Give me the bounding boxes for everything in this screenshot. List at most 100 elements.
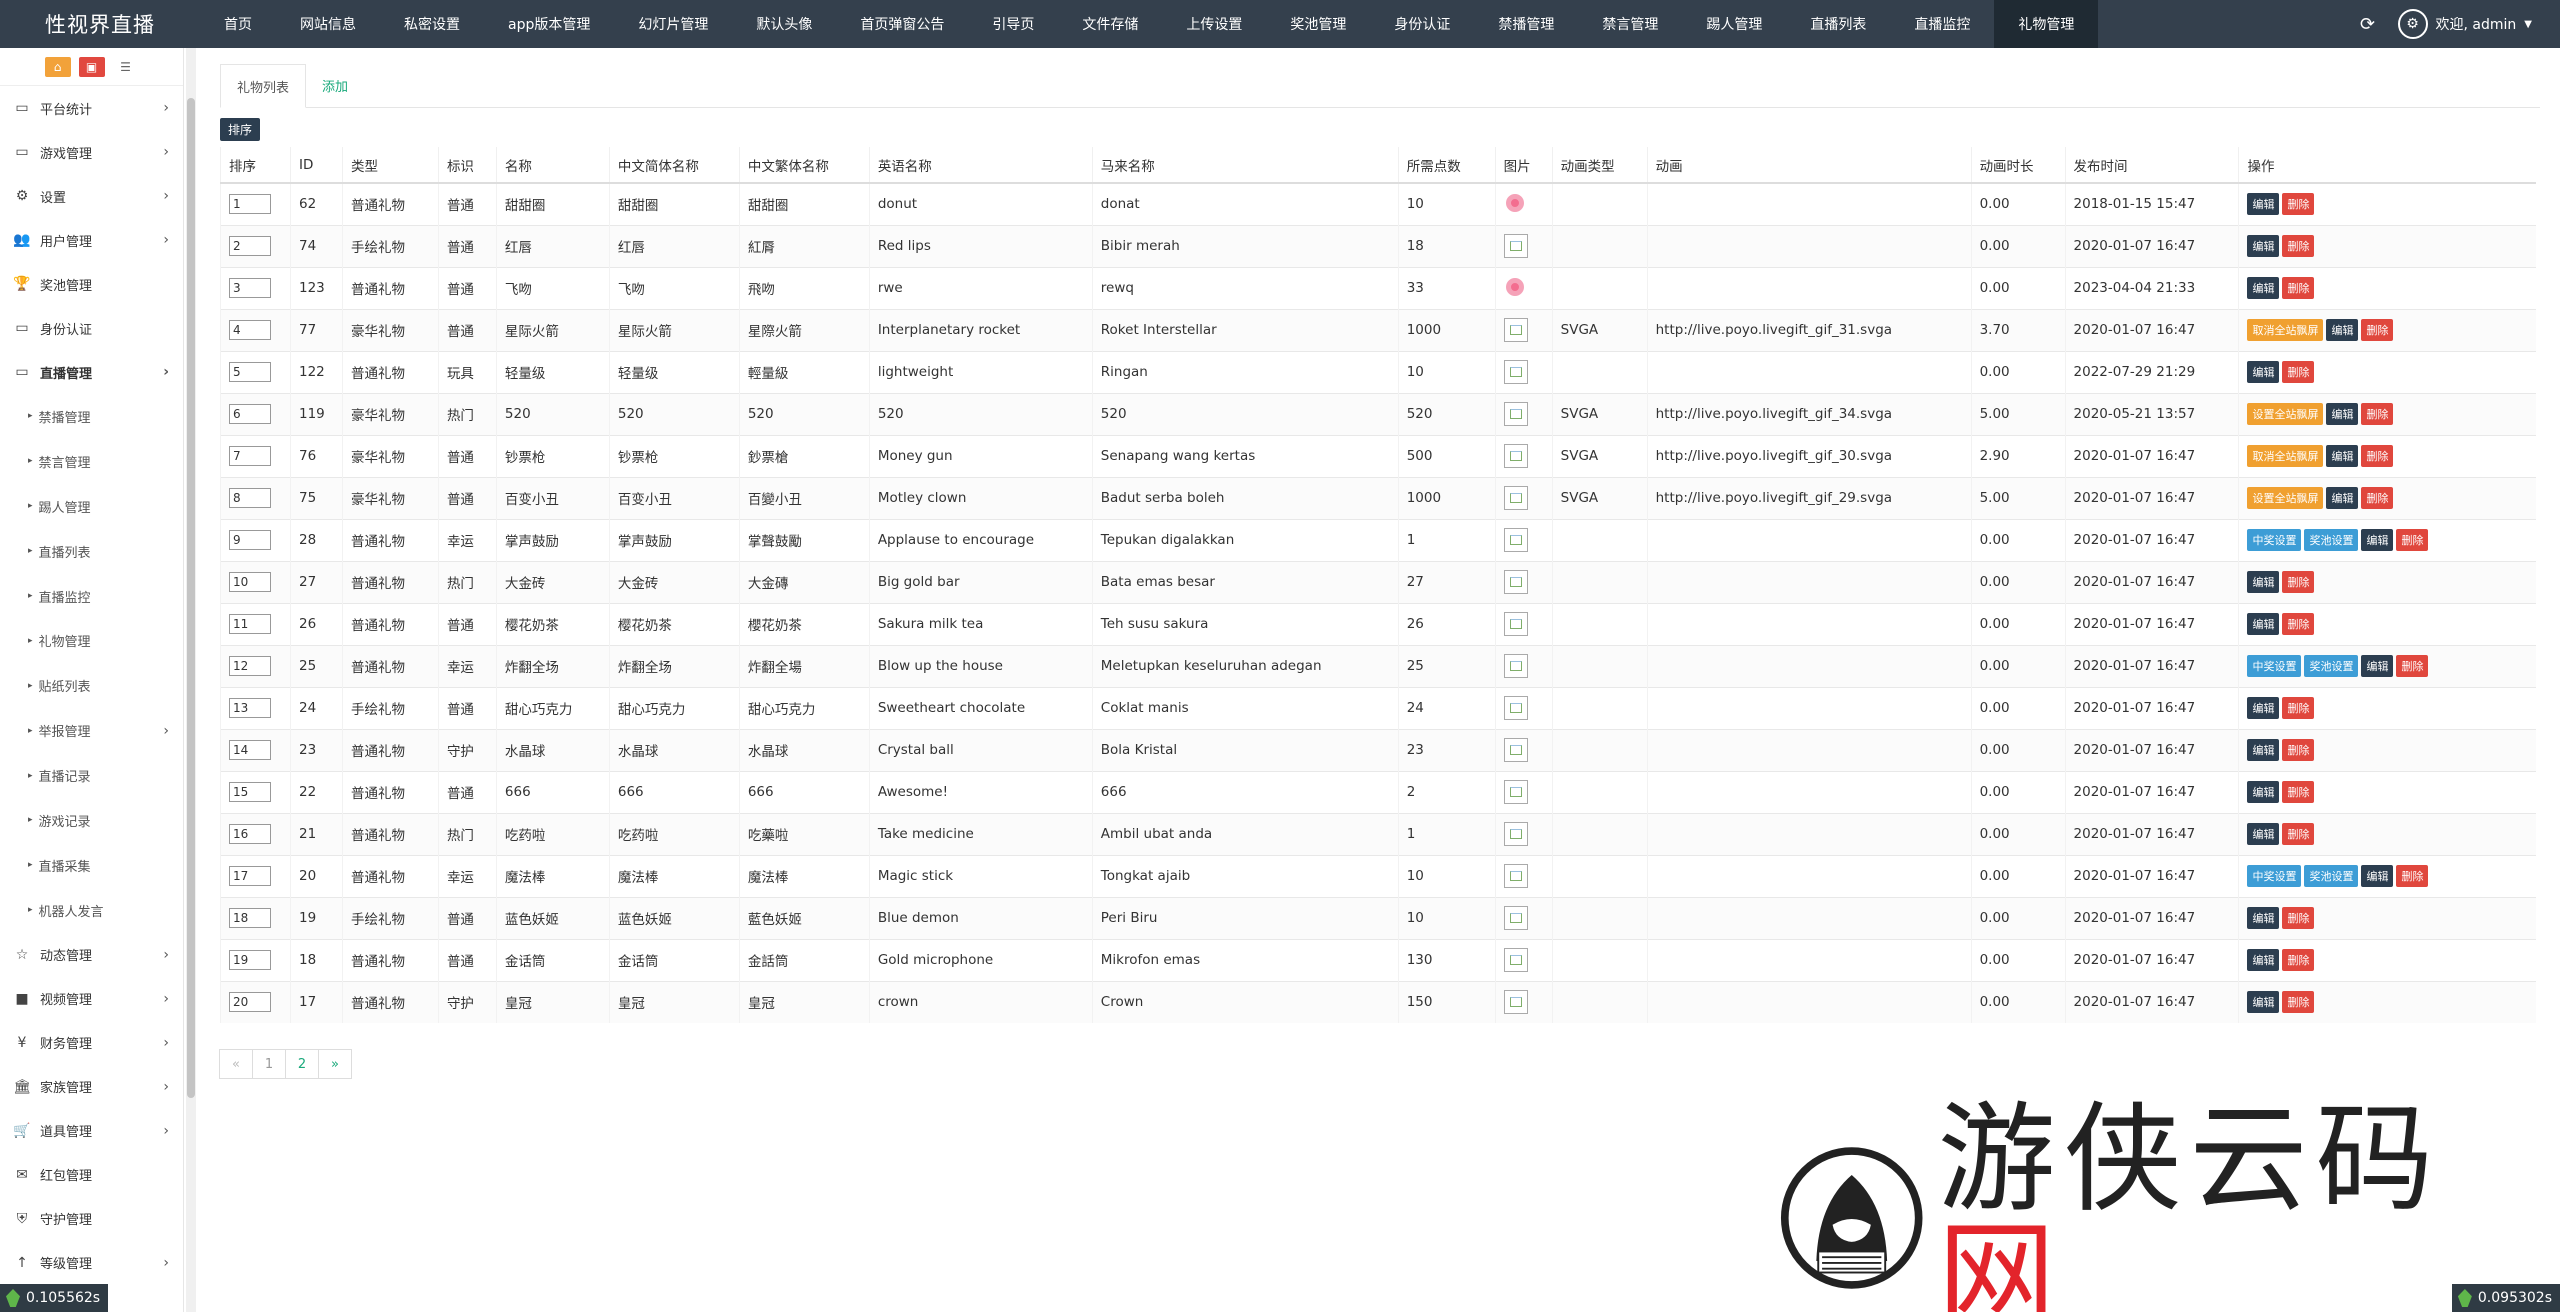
delete-button[interactable]: 删除 <box>2282 361 2315 383</box>
pool-settings-button[interactable]: 奖池设置 <box>2304 865 2359 887</box>
sidebar-item[interactable]: ✉ 红包管理 <box>0 1153 183 1197</box>
edit-button[interactable]: 编辑 <box>2247 823 2280 845</box>
delete-button[interactable]: 删除 <box>2282 193 2315 216</box>
delete-button[interactable]: 删除 <box>2282 991 2315 1014</box>
sidebar-item[interactable]: ■ 视频管理 › <box>0 977 183 1021</box>
edit-button[interactable]: 编辑 <box>2247 697 2280 719</box>
sidebar-subitem[interactable]: 直播采集 <box>0 843 183 888</box>
column-header[interactable]: 所需点数 <box>1397 147 1496 184</box>
edit-button[interactable]: 编辑 <box>2326 403 2359 425</box>
edit-button[interactable]: 编辑 <box>2247 613 2280 635</box>
sort-order-input[interactable] <box>229 698 271 718</box>
edit-button[interactable]: 编辑 <box>2247 739 2280 761</box>
sidebar-subitem[interactable]: 踢人管理 <box>0 484 183 529</box>
nav-item[interactable]: 私密设置 <box>380 0 484 48</box>
cancel-broadcast-button[interactable]: 取消全站飘屏 <box>2247 319 2324 341</box>
delete-button[interactable]: 删除 <box>2396 865 2429 887</box>
delete-button[interactable]: 删除 <box>2361 445 2394 467</box>
nav-item[interactable]: app版本管理 <box>484 0 614 48</box>
sidebar-subitem[interactable]: 禁言管理 <box>0 439 183 484</box>
edit-button[interactable]: 编辑 <box>2247 907 2280 929</box>
sort-order-input[interactable] <box>229 362 271 382</box>
nav-item[interactable]: 上传设置 <box>1162 0 1266 48</box>
delete-button[interactable]: 删除 <box>2282 277 2315 299</box>
edit-button[interactable]: 编辑 <box>2247 235 2280 257</box>
edit-button[interactable]: 编辑 <box>2361 865 2394 887</box>
column-header[interactable]: 类型 <box>341 147 439 184</box>
column-header[interactable]: 中文繁体名称 <box>738 147 870 184</box>
sidebar-subitem[interactable]: 举报管理 › <box>0 708 183 753</box>
sort-order-input[interactable] <box>229 320 271 340</box>
set-broadcast-button[interactable]: 设置全站飘屏 <box>2247 487 2324 509</box>
delete-button[interactable]: 删除 <box>2396 655 2429 677</box>
edit-button[interactable]: 编辑 <box>2326 319 2359 341</box>
pager-page-1[interactable]: 1 <box>252 1049 286 1079</box>
delete-button[interactable]: 删除 <box>2282 697 2315 719</box>
sort-order-input[interactable] <box>229 572 271 592</box>
column-header[interactable]: 标识 <box>437 147 497 184</box>
delete-button[interactable]: 删除 <box>2282 235 2315 257</box>
pager-next-button[interactable]: » <box>318 1049 352 1079</box>
delete-button[interactable]: 删除 <box>2282 613 2315 635</box>
edit-button[interactable]: 编辑 <box>2247 949 2280 971</box>
edit-button[interactable]: 编辑 <box>2247 991 2280 1014</box>
sidebar-item[interactable]: ⚙ 设置 › <box>0 174 183 218</box>
delete-button[interactable]: 删除 <box>2282 781 2315 803</box>
sidebar-item[interactable]: 🏛 家族管理 › <box>0 1065 183 1109</box>
nav-item[interactable]: 引导页 <box>968 0 1058 48</box>
user-menu[interactable]: ⚙ 欢迎, admin ▼ <box>2397 9 2532 39</box>
edit-button[interactable]: 编辑 <box>2326 445 2359 467</box>
edit-button[interactable]: 编辑 <box>2247 277 2280 299</box>
column-header[interactable]: 发布时间 <box>2064 147 2239 184</box>
column-header[interactable]: 马来名称 <box>1091 147 1399 184</box>
calendar-icon[interactable]: ▣ <box>78 56 105 77</box>
delete-button[interactable]: 删除 <box>2282 907 2315 929</box>
set-broadcast-button[interactable]: 设置全站飘屏 <box>2247 403 2324 425</box>
sidebar-subitem[interactable]: 直播列表 <box>0 529 183 574</box>
delete-button[interactable]: 删除 <box>2396 529 2429 551</box>
column-header[interactable]: 名称 <box>495 147 610 184</box>
sort-order-input[interactable] <box>229 446 271 466</box>
sort-order-input[interactable] <box>229 782 271 802</box>
nav-item[interactable]: 幻灯片管理 <box>614 0 732 48</box>
sidebar-subitem[interactable]: 禁播管理 <box>0 394 183 439</box>
column-header[interactable]: ID <box>289 147 343 184</box>
pager-page-2[interactable]: 2 <box>285 1049 319 1079</box>
sort-order-input[interactable] <box>229 992 271 1013</box>
sort-order-input[interactable] <box>229 194 271 215</box>
column-header[interactable]: 中文简体名称 <box>608 147 740 184</box>
sidebar-subitem[interactable]: 机器人发言 <box>0 888 183 933</box>
edit-button[interactable]: 编辑 <box>2361 655 2394 677</box>
column-header[interactable]: 动画时长 <box>1970 147 2066 184</box>
pager-prev-button[interactable]: « <box>219 1049 253 1079</box>
nav-item[interactable]: 直播列表 <box>1786 0 1890 48</box>
delete-button[interactable]: 删除 <box>2282 739 2315 761</box>
pool-settings-button[interactable]: 奖池设置 <box>2304 529 2359 551</box>
sort-order-input[interactable] <box>229 824 271 844</box>
sidebar-subitem[interactable]: 直播监控 <box>0 574 183 619</box>
sort-order-input[interactable] <box>229 488 271 508</box>
sidebar-item[interactable]: ¥ 财务管理 › <box>0 1021 183 1065</box>
edit-button[interactable]: 编辑 <box>2247 571 2280 593</box>
sidebar-item[interactable]: 🛒 道具管理 › <box>0 1109 183 1153</box>
delete-button[interactable]: 删除 <box>2361 487 2394 509</box>
column-header[interactable]: 排序 <box>220 147 291 184</box>
sort-order-input[interactable] <box>229 614 271 634</box>
edit-button[interactable]: 编辑 <box>2247 781 2280 803</box>
sort-button[interactable]: 排序 <box>220 118 261 141</box>
sort-order-input[interactable] <box>229 404 271 424</box>
home-icon[interactable]: ⌂ <box>44 56 71 77</box>
sort-order-input[interactable] <box>229 740 271 760</box>
sidebar-item[interactable]: 🏆 奖池管理 <box>0 262 183 306</box>
nav-item[interactable]: 直播监控 <box>1890 0 1994 48</box>
column-header[interactable]: 动画 <box>1646 147 1972 184</box>
sidebar-scrollbar[interactable] <box>186 48 196 1312</box>
tab-add[interactable]: 添加 <box>306 63 364 107</box>
brand-title[interactable]: 性视界直播 <box>0 0 200 48</box>
prize-settings-button[interactable]: 中奖设置 <box>2247 529 2302 551</box>
delete-button[interactable]: 删除 <box>2282 823 2315 845</box>
delete-button[interactable]: 删除 <box>2361 403 2394 425</box>
edit-button[interactable]: 编辑 <box>2361 529 2394 551</box>
nav-item[interactable]: 身份认证 <box>1370 0 1474 48</box>
sort-order-input[interactable] <box>229 278 271 298</box>
